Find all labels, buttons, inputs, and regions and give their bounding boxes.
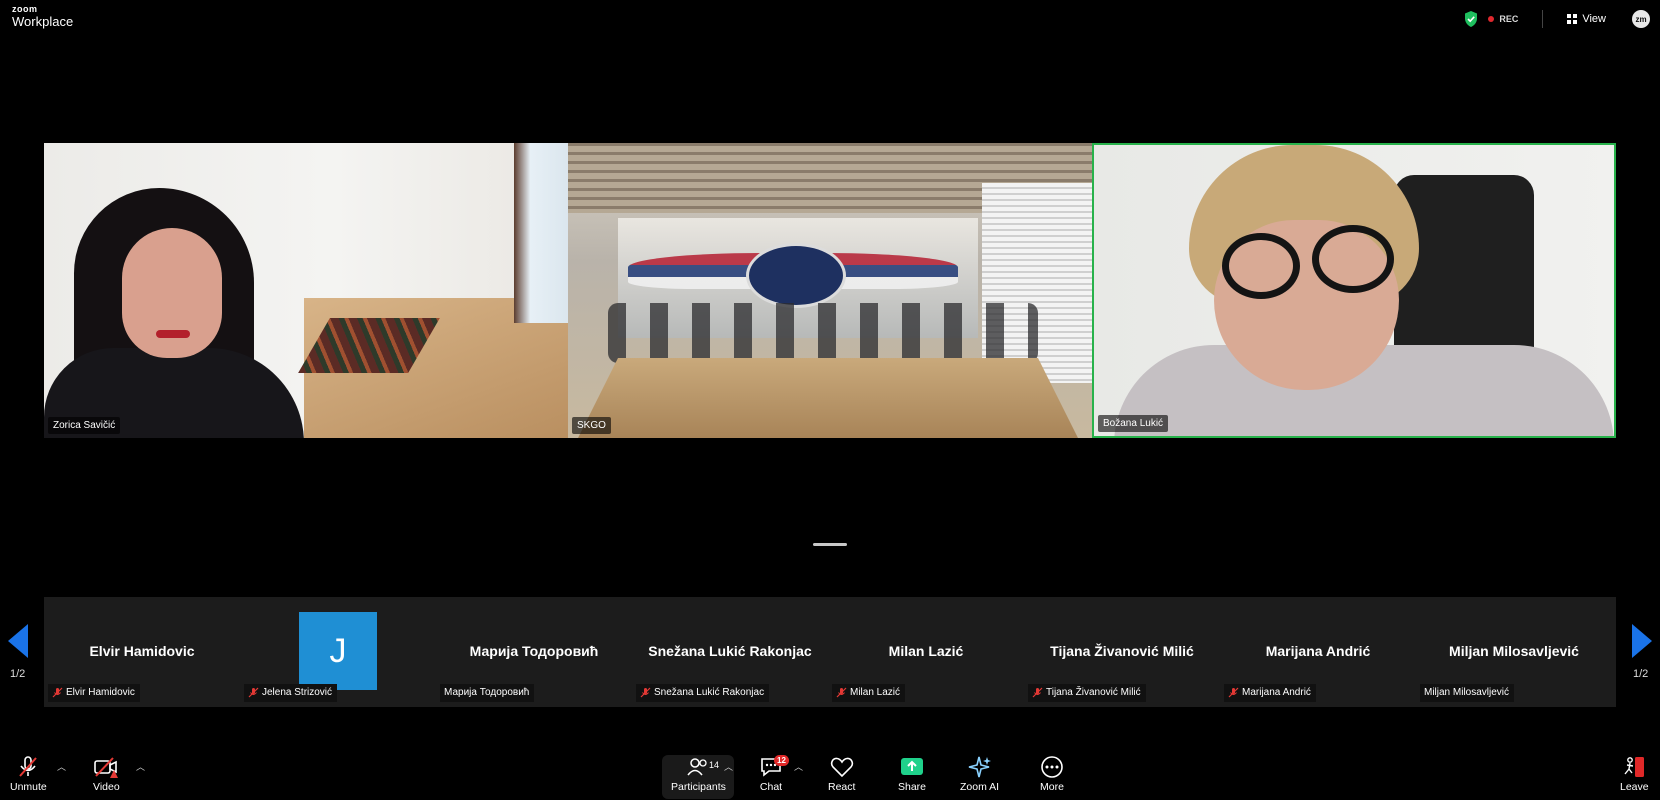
muted-mic-icon <box>52 687 63 698</box>
participant-label: Tijana Živanović Milić <box>1046 687 1141 698</box>
video-tile-speaker-1[interactable]: Zorica Savičić <box>44 143 568 438</box>
participant-thumbnail[interactable]: Milan Lazić Milan Lazić <box>828 597 1024 707</box>
participant-label: Elvir Hamidovic <box>66 687 135 698</box>
share-label: Share <box>898 781 927 793</box>
participant-label: Jelena Strizović <box>262 687 333 698</box>
participant-name-tag: Marijana Andrić <box>1224 684 1316 702</box>
muted-mic-icon <box>836 687 847 698</box>
page-indicator-right: 1/2 <box>1633 668 1649 680</box>
resize-handle[interactable] <box>813 543 847 546</box>
user-avatar[interactable]: zm <box>1632 10 1650 28</box>
more-dots-icon <box>1041 756 1063 778</box>
logo-brand: zoom <box>12 4 38 14</box>
top-bar: zoom Workplace REC View zm <box>0 0 1660 38</box>
participant-label: Milan Lazić <box>850 687 901 698</box>
avatar-initial: J <box>299 612 377 690</box>
zoom-ai-label: Zoom AI <box>960 781 1000 793</box>
grid-view-icon <box>1567 14 1578 24</box>
video-button[interactable]: Video <box>93 755 120 793</box>
chat-options-caret-icon[interactable]: ︿ <box>794 760 803 773</box>
participant-thumbnail[interactable]: Tijana Živanović Milić Tijana Živanović … <box>1024 597 1220 707</box>
chat-unread-badge: 12 <box>774 755 789 766</box>
participant-name-tag: Zorica Savičić <box>48 417 121 434</box>
muted-mic-icon <box>248 687 259 698</box>
participant-display-name: Milan Lazić <box>888 643 964 659</box>
participant-label: Marijana Andrić <box>1242 687 1311 698</box>
participant-thumbnail[interactable]: J Jelena Strizović <box>240 597 436 707</box>
participants-label: Participants <box>671 781 726 793</box>
participant-name-tag: Miljan Milosavljević <box>1420 684 1515 702</box>
muted-mic-icon <box>19 756 38 777</box>
muted-mic-icon <box>1032 687 1043 698</box>
muted-mic-icon <box>640 687 651 698</box>
leave-label: Leave <box>1620 781 1649 793</box>
participant-label: Марија Тодоровић <box>444 687 530 698</box>
muted-mic-icon <box>1228 687 1239 698</box>
zoom-logo: zoom Workplace <box>12 4 74 29</box>
heart-icon <box>830 757 853 778</box>
previous-page-arrow-icon[interactable] <box>8 624 28 658</box>
share-button[interactable]: Share <box>898 755 926 793</box>
participant-display-name: Марија Тодоровић <box>469 643 599 659</box>
participant-display-name: Marijana Andrić <box>1265 643 1371 659</box>
recording-dot-icon <box>1488 16 1495 22</box>
participant-name-tag: Snežana Lukić Rakonjac <box>636 684 770 702</box>
participant-thumbnail[interactable]: Marijana Andrić Marijana Andrić <box>1220 597 1416 707</box>
participant-thumbnail[interactable]: Miljan Milosavljević Miljan Milosavljevi… <box>1416 597 1612 707</box>
zoom-ai-button[interactable]: Zoom AI <box>960 755 999 793</box>
recording-indicator[interactable]: REC <box>1488 14 1518 24</box>
next-page-arrow-icon[interactable] <box>1632 624 1652 658</box>
participant-display-name: Miljan Milosavljević <box>1449 643 1579 659</box>
participant-label: Snežana Lukić Rakonjac <box>654 687 765 698</box>
page-indicator-left: 1/2 <box>10 668 26 680</box>
view-button[interactable]: View <box>1567 13 1606 25</box>
participants-icon <box>687 758 708 776</box>
unmute-button[interactable]: Unmute <box>10 755 47 793</box>
participant-strip: Elvir Hamidovic Elvir Hamidovic J Jelena… <box>44 597 1616 707</box>
share-screen-icon <box>901 758 924 775</box>
leave-door-icon <box>1624 757 1645 777</box>
participant-thumbnail[interactable]: Snežana Lukić Rakonjac Snežana Lukić Rak… <box>632 597 828 707</box>
video-label: Video <box>93 781 120 793</box>
participants-count: 14 <box>709 760 720 770</box>
video-camera-icon <box>94 757 119 778</box>
participant-name-tag: SKGO <box>572 417 611 434</box>
security-shield-icon[interactable] <box>1464 11 1478 27</box>
participant-thumbnail[interactable]: Elvir Hamidovic Elvir Hamidovic <box>44 597 240 707</box>
participants-options-caret-icon[interactable]: ︿ <box>724 760 733 773</box>
more-button[interactable]: More <box>1039 755 1065 793</box>
chat-label: Chat <box>759 781 783 793</box>
more-label: More <box>1040 781 1064 793</box>
video-tile-active-speaker[interactable]: Božana Lukić <box>1092 143 1616 438</box>
participant-name-tag: Božana Lukić <box>1098 415 1169 432</box>
participant-name-tag: Марија Тодоровић <box>440 684 535 702</box>
video-tile-speaker-2[interactable]: SKGO <box>568 143 1092 438</box>
divider <box>1542 10 1544 28</box>
participant-name-tag: Milan Lazić <box>832 684 906 702</box>
participant-display-name: Elvir Hamidovic <box>89 643 195 659</box>
participant-thumbnail[interactable]: Марија Тодоровић Марија Тодоровић <box>436 597 632 707</box>
participant-name-tag: Jelena Strizović <box>244 684 338 702</box>
participant-name-tag: Tijana Živanović Milić <box>1028 684 1146 702</box>
leave-button[interactable]: Leave <box>1620 755 1649 793</box>
video-options-caret-icon[interactable]: ︿ <box>136 760 145 773</box>
unmute-label: Unmute <box>10 781 47 793</box>
meeting-toolbar: Unmute ︿ Video ︿ Participants 14 ︿ Chat … <box>0 752 1660 800</box>
audio-options-caret-icon[interactable]: ︿ <box>57 760 66 773</box>
participant-label: Miljan Milosavljević <box>1424 687 1510 698</box>
rec-label: REC <box>1499 14 1519 24</box>
participant-name-tag: Elvir Hamidovic <box>48 684 140 702</box>
view-label: View <box>1582 13 1606 25</box>
react-button[interactable]: React <box>828 755 855 793</box>
participant-display-name: Snežana Lukić Rakonjac <box>648 643 812 659</box>
react-label: React <box>828 781 856 793</box>
sparkle-icon <box>968 756 991 778</box>
logo-product: Workplace <box>12 14 74 29</box>
participant-display-name: Tijana Živanović Milić <box>1050 643 1194 659</box>
